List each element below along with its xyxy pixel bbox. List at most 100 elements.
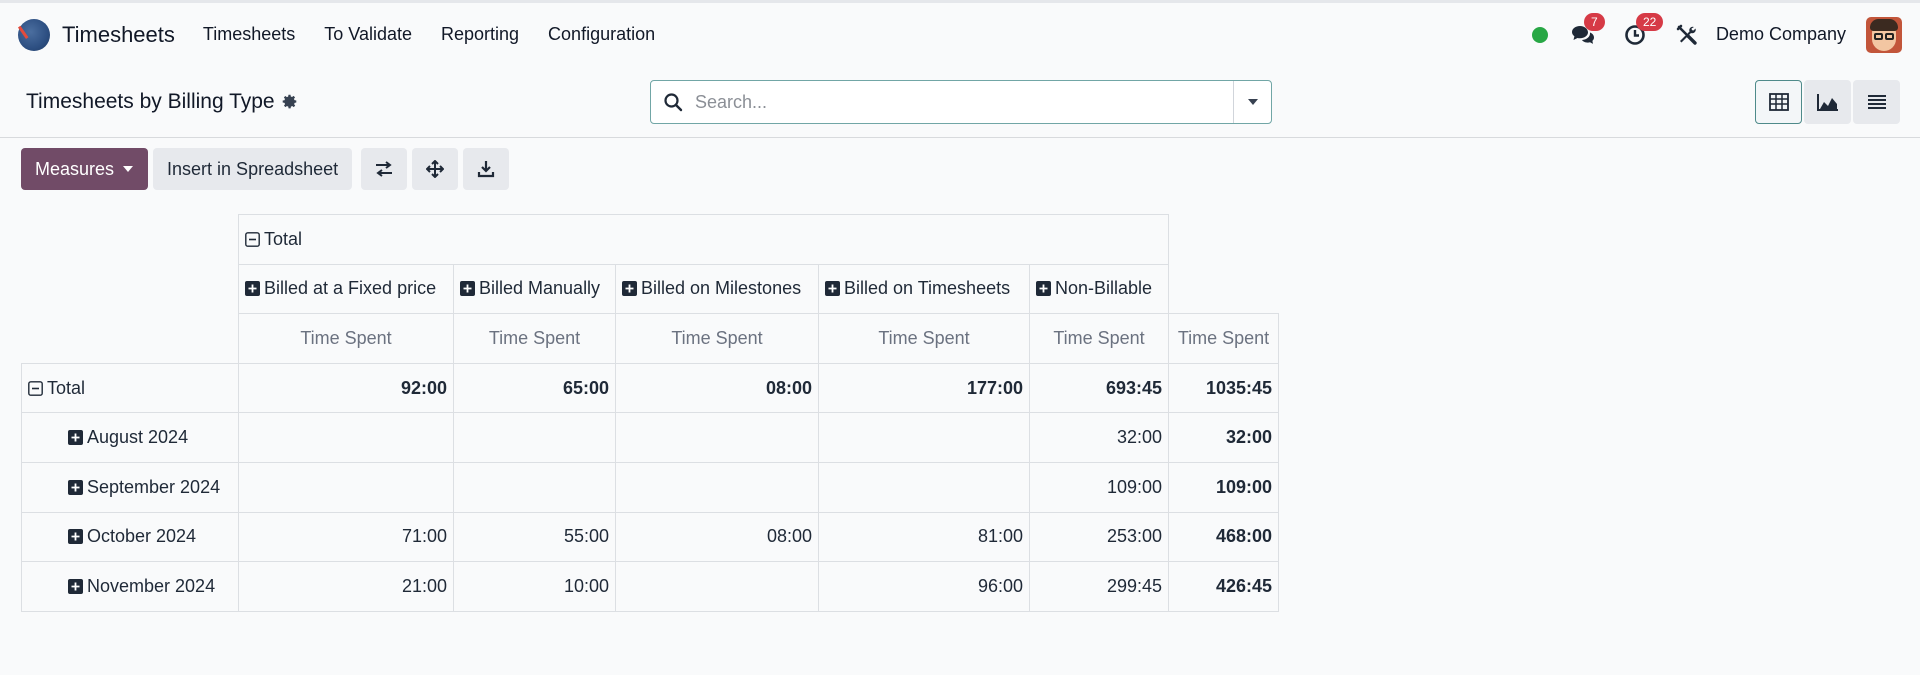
top-navbar: Timesheets Timesheets To Validate Report… — [0, 0, 1920, 66]
cell-value[interactable]: 65:00 — [453, 362, 616, 414]
cell-value[interactable]: 177:00 — [818, 362, 1030, 414]
activities-button[interactable]: 22 — [1622, 12, 1664, 48]
cell-value[interactable] — [615, 561, 819, 612]
expand-all-button[interactable] — [412, 148, 459, 190]
col-header-group[interactable]: Billed on Timesheets — [818, 263, 1030, 315]
measure-header[interactable]: Time Spent — [238, 313, 454, 364]
cell-row-total[interactable]: 468:00 — [1168, 511, 1279, 563]
col-header-group[interactable]: Billed at a Fixed price — [238, 263, 454, 315]
insert-spreadsheet-button[interactable]: Insert in Spreadsheet — [153, 148, 353, 190]
pivot-view-button[interactable] — [1755, 80, 1802, 124]
cell-value[interactable] — [615, 461, 819, 513]
cell-value[interactable]: 55:00 — [453, 511, 616, 563]
cell-row-total[interactable]: 426:45 — [1168, 561, 1279, 612]
download-button[interactable] — [463, 148, 510, 190]
cell-value[interactable] — [238, 461, 454, 513]
list-view-button[interactable] — [1853, 80, 1900, 124]
measure-header[interactable]: Time Spent — [1029, 313, 1169, 364]
menu-to-validate[interactable]: To Validate — [324, 24, 412, 45]
row-header-label: October 2024 — [87, 526, 197, 547]
col-header-group[interactable]: Billed on Milestones — [615, 263, 819, 315]
control-panel: Timesheets by Billing Type — [0, 66, 1920, 138]
tools-icon — [1676, 24, 1697, 45]
cell-value[interactable] — [453, 461, 616, 513]
measures-label: Measures — [35, 158, 115, 179]
cell-value[interactable]: 10:00 — [453, 561, 616, 612]
search-bar — [650, 80, 1272, 124]
cell-value[interactable]: 693:45 — [1029, 362, 1169, 414]
row-header[interactable]: August 2024 — [21, 412, 239, 463]
search-icon — [651, 92, 695, 112]
flip-axis-button[interactable] — [361, 148, 408, 190]
presence-status-icon[interactable] — [1531, 26, 1548, 43]
app-name[interactable]: Timesheets — [62, 22, 175, 48]
search-input[interactable] — [695, 91, 1233, 113]
menu-configuration[interactable]: Configuration — [548, 24, 655, 45]
list-icon — [1867, 95, 1886, 109]
row-header[interactable]: October 2024 — [21, 511, 239, 563]
cell-value[interactable]: 96:00 — [818, 561, 1030, 612]
measures-button[interactable]: Measures — [21, 148, 149, 190]
cell-row-total[interactable]: 32:00 — [1168, 412, 1279, 463]
cell-row-total[interactable]: 109:00 — [1168, 461, 1279, 513]
row-header[interactable]: November 2024 — [21, 561, 239, 612]
cell-value[interactable] — [818, 412, 1030, 463]
activities-count-badge: 22 — [1635, 12, 1664, 31]
table-row: September 2024 109:00 109:00 — [21, 461, 1279, 513]
graph-view-button[interactable] — [1804, 80, 1851, 124]
expand-icon — [460, 281, 475, 297]
table-row: November 2024 21:00 10:00 96:00 299:45 4… — [21, 561, 1279, 612]
col-header-group-label: Billed Manually — [479, 278, 601, 299]
app-logo-icon[interactable] — [18, 18, 50, 51]
cell-value[interactable]: 299:45 — [1029, 561, 1169, 612]
debug-tools-button[interactable] — [1674, 22, 1700, 48]
messages-button[interactable]: 7 — [1570, 12, 1605, 48]
measure-header[interactable]: Time Spent — [615, 313, 819, 364]
row-header-total-label: Total — [47, 377, 86, 398]
cell-value[interactable]: 08:00 — [615, 362, 819, 414]
cell-value[interactable]: 109:00 — [1029, 461, 1169, 513]
row-header-label: November 2024 — [87, 575, 216, 596]
col-header-group[interactable]: Non-Billable — [1029, 263, 1169, 315]
pivot-table: Total Billed at a Fixed price Billed Man… — [21, 214, 1279, 612]
cell-value[interactable] — [818, 461, 1030, 513]
table-icon — [1768, 93, 1789, 111]
gear-icon[interactable] — [281, 93, 298, 110]
row-header[interactable]: September 2024 — [21, 461, 239, 513]
measure-header[interactable]: Time Spent — [1168, 313, 1279, 364]
row-header-total[interactable]: Total — [21, 362, 239, 414]
col-header-group[interactable]: Billed Manually — [453, 263, 616, 315]
cell-value[interactable]: 92:00 — [238, 362, 454, 414]
expand-icon — [68, 430, 83, 446]
cell-value[interactable]: 21:00 — [238, 561, 454, 612]
search-options-toggle[interactable] — [1233, 81, 1271, 123]
cell-value[interactable] — [453, 412, 616, 463]
expand-icon — [622, 281, 637, 297]
cell-value[interactable]: 71:00 — [238, 511, 454, 563]
pivot-table-container: Total Billed at a Fixed price Billed Man… — [21, 214, 1279, 612]
cell-value[interactable]: 81:00 — [818, 511, 1030, 563]
company-switcher[interactable]: Demo Company — [1716, 24, 1846, 45]
menu-timesheets[interactable]: Timesheets — [203, 24, 295, 45]
col-header-total[interactable]: Total — [238, 214, 1169, 265]
expand-icon — [825, 281, 840, 297]
col-header-total-label: Total — [264, 228, 303, 249]
exchange-icon — [376, 161, 393, 177]
cell-value[interactable] — [615, 412, 819, 463]
cell-value[interactable]: 253:00 — [1029, 511, 1169, 563]
cell-value[interactable]: 32:00 — [1029, 412, 1169, 463]
caret-down-icon — [1247, 99, 1258, 105]
col-header-group-label: Billed at a Fixed price — [264, 278, 437, 299]
row-header-label: August 2024 — [87, 427, 189, 448]
cell-value[interactable] — [238, 412, 454, 463]
menu-reporting[interactable]: Reporting — [441, 24, 519, 45]
pivot-toolbar: Measures Insert in Spreadsheet — [0, 138, 1920, 200]
measure-header[interactable]: Time Spent — [818, 313, 1030, 364]
view-switcher — [1753, 80, 1900, 124]
cell-grand-total[interactable]: 1035:45 — [1168, 362, 1279, 414]
user-avatar[interactable] — [1866, 16, 1902, 53]
page-title: Timesheets by Billing Type — [26, 90, 298, 114]
expand-icon — [68, 529, 83, 545]
cell-value[interactable]: 08:00 — [615, 511, 819, 563]
measure-header[interactable]: Time Spent — [453, 313, 616, 364]
